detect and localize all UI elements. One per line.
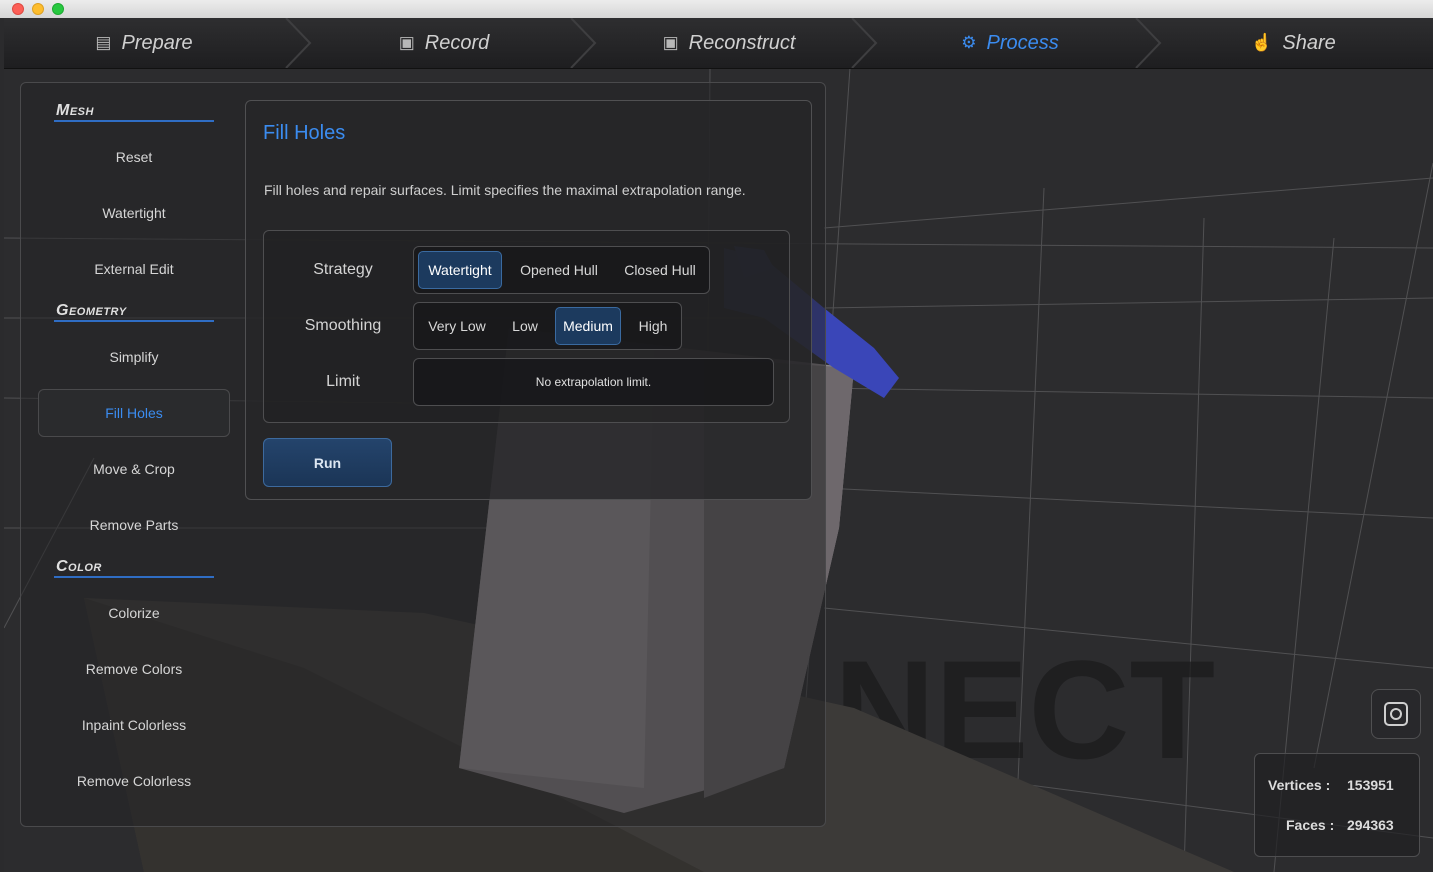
nav-tab-label: Record <box>424 31 490 54</box>
section-title-color: Color <box>56 558 102 575</box>
limit-slider[interactable]: No extrapolation limit. <box>413 358 774 406</box>
sidebar-item-remove-parts[interactable]: Remove Parts <box>38 502 230 548</box>
gears-icon: ⚙ <box>961 33 977 52</box>
minimize-window-button[interactable] <box>32 3 44 15</box>
nav-tab-label: Share <box>1282 31 1336 54</box>
screenshot-button[interactable] <box>1371 689 1421 739</box>
sidebar-item-reset[interactable]: Reset <box>38 134 230 180</box>
mesh-stats-panel <box>1254 753 1420 857</box>
sidebar-item-fill-holes[interactable]: Fill Holes <box>38 389 230 437</box>
film-icon: ▣ <box>398 33 415 52</box>
sidebar-item-remove-colorless[interactable]: Remove Colorless <box>38 758 230 804</box>
strategy-option-closed-hull[interactable]: Closed Hull <box>614 251 706 289</box>
section-title-mesh: Mesh <box>56 102 94 119</box>
top-navigation: ▤ Prepare ▣ Record ▣ Reconstruct ⚙ Proce… <box>4 18 1433 69</box>
thumbs-up-icon: ☝ <box>1251 33 1273 52</box>
sidebar-item-colorize[interactable]: Colorize <box>38 590 230 636</box>
window-titlebar <box>0 0 1433 18</box>
close-window-button[interactable] <box>12 3 24 15</box>
limit-value: No extrapolation limit. <box>535 375 652 389</box>
vertices-label: Vertices : <box>1268 777 1331 793</box>
nav-tab-reconstruct[interactable]: ▣ Reconstruct <box>589 18 869 68</box>
nav-tab-label: Reconstruct <box>688 31 796 54</box>
smoothing-segmented-control: Very Low Low Medium High <box>413 302 682 350</box>
sidebar-item-watertight[interactable]: Watertight <box>38 190 230 236</box>
prepare-icon: ▤ <box>95 33 112 52</box>
section-underline <box>54 576 214 578</box>
sidebar-item-remove-colors[interactable]: Remove Colors <box>38 646 230 692</box>
panel-title: Fill Holes <box>263 122 346 144</box>
sidebar-item-inpaint-colorless[interactable]: Inpaint Colorless <box>38 702 230 748</box>
limit-label: Limit <box>326 373 360 390</box>
section-underline <box>54 120 214 122</box>
sidebar-item-simplify[interactable]: Simplify <box>38 334 230 380</box>
sidebar-item-move-crop[interactable]: Move & Crop <box>38 446 230 492</box>
faces-value: 294363 <box>1347 817 1394 833</box>
nav-tab-share[interactable]: ☝ Share <box>1154 18 1433 68</box>
strategy-option-opened-hull[interactable]: Opened Hull <box>510 251 608 289</box>
section-title-geometry: Geometry <box>56 302 127 319</box>
nav-tab-label: Prepare <box>121 31 193 54</box>
nav-tab-record[interactable]: ▣ Record <box>304 18 584 68</box>
section-underline <box>54 320 214 322</box>
smoothing-option-medium[interactable]: Medium <box>555 307 621 345</box>
strategy-label: Strategy <box>313 261 373 278</box>
faces-label: Faces : <box>1286 817 1335 833</box>
strategy-segmented-control: Watertight Opened Hull Closed Hull <box>413 246 710 294</box>
smoothing-option-high[interactable]: High <box>628 307 678 345</box>
vertices-value: 153951 <box>1347 777 1394 793</box>
nav-tab-label: Process <box>986 31 1059 54</box>
camera-icon <box>1384 702 1408 726</box>
smoothing-label: Smoothing <box>304 317 382 334</box>
film-icon: ▣ <box>662 33 679 52</box>
nav-tab-prepare[interactable]: ▤ Prepare <box>4 18 284 68</box>
strategy-option-watertight[interactable]: Watertight <box>418 251 502 289</box>
zoom-window-button[interactable] <box>52 3 64 15</box>
run-button[interactable]: Run <box>263 438 392 487</box>
smoothing-option-low[interactable]: Low <box>502 307 548 345</box>
nav-tab-process[interactable]: ⚙ Process <box>870 18 1150 68</box>
panel-description: Fill holes and repair surfaces. Limit sp… <box>264 182 746 198</box>
smoothing-option-very-low[interactable]: Very Low <box>418 307 496 345</box>
sidebar-item-external-edit[interactable]: External Edit <box>38 246 230 292</box>
